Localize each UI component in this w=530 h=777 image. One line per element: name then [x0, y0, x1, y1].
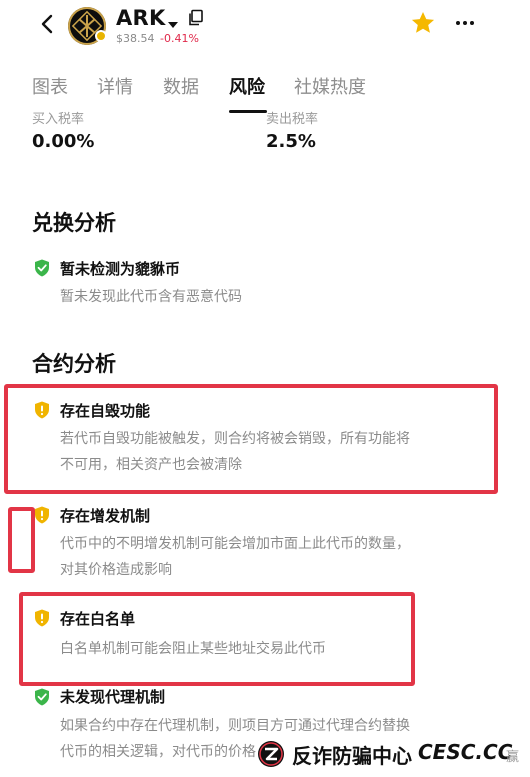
tab-social[interactable]: 社媒热度	[294, 73, 366, 99]
sell-tax-label: 卖出税率	[266, 112, 319, 127]
mint-function-title: 存在增发机制	[60, 507, 151, 525]
highlight-box-whitelist	[19, 592, 415, 686]
sell-tax-value: 2.5%	[266, 131, 316, 152]
highlight-box-self-destruct	[4, 384, 498, 494]
watermark-text-en: CESC.CC	[418, 740, 513, 764]
more-horizontal-icon	[456, 21, 474, 25]
tab-data[interactable]: 数据	[163, 73, 199, 99]
shield-check-icon	[34, 688, 50, 706]
active-tab-indicator	[229, 110, 267, 113]
back-button[interactable]	[36, 12, 60, 36]
coin-name[interactable]: ARK	[116, 6, 166, 30]
tab-risk[interactable]: 风险	[229, 73, 265, 99]
shield-check-icon	[34, 259, 50, 277]
dropdown-caret-icon[interactable]	[168, 15, 178, 28]
mint-function-desc-line2: 对其价格造成影响	[60, 562, 172, 578]
mint-function-desc-line1: 代币中的不明增发机制可能会增加市面上此代币的数量，	[60, 536, 410, 552]
highlight-box-mint	[8, 507, 35, 573]
chevron-left-icon	[41, 14, 53, 34]
watermark-logo-icon	[258, 741, 284, 767]
copy-icon[interactable]	[188, 9, 204, 26]
buy-tax-label: 买入税率	[32, 112, 85, 127]
more-button[interactable]	[453, 15, 477, 31]
watermark-text-cn: 反诈防骗中心	[292, 744, 412, 768]
shield-warning-icon	[34, 506, 50, 524]
tab-details[interactable]: 详情	[97, 73, 133, 99]
tab-chart[interactable]: 图表	[32, 73, 68, 99]
proxy-desc-line1: 如果合约中存在代理机制，则项目方可通过代理合约替换	[60, 718, 410, 734]
proxy-title: 未发现代理机制	[60, 688, 166, 706]
proxy-desc-line2: 代币的相关逻辑，对代币的价格	[60, 744, 256, 760]
chain-badge-icon	[95, 30, 107, 42]
star-icon	[411, 11, 435, 33]
buy-tax-value: 0.00%	[32, 131, 95, 152]
exchange-analysis-title: 兑换分析	[32, 211, 116, 235]
honeypot-check-title: 暂未检测为貔貅币	[60, 260, 181, 278]
contract-analysis-title: 合约分析	[32, 352, 116, 376]
favorite-button[interactable]	[410, 10, 436, 36]
watermark-side-text: 赢	[506, 750, 520, 765]
coin-price: $38.54	[116, 32, 155, 45]
price-change: -0.41%	[160, 32, 199, 45]
honeypot-check-desc: 暂未发现此代币含有恶意代码	[60, 289, 242, 305]
